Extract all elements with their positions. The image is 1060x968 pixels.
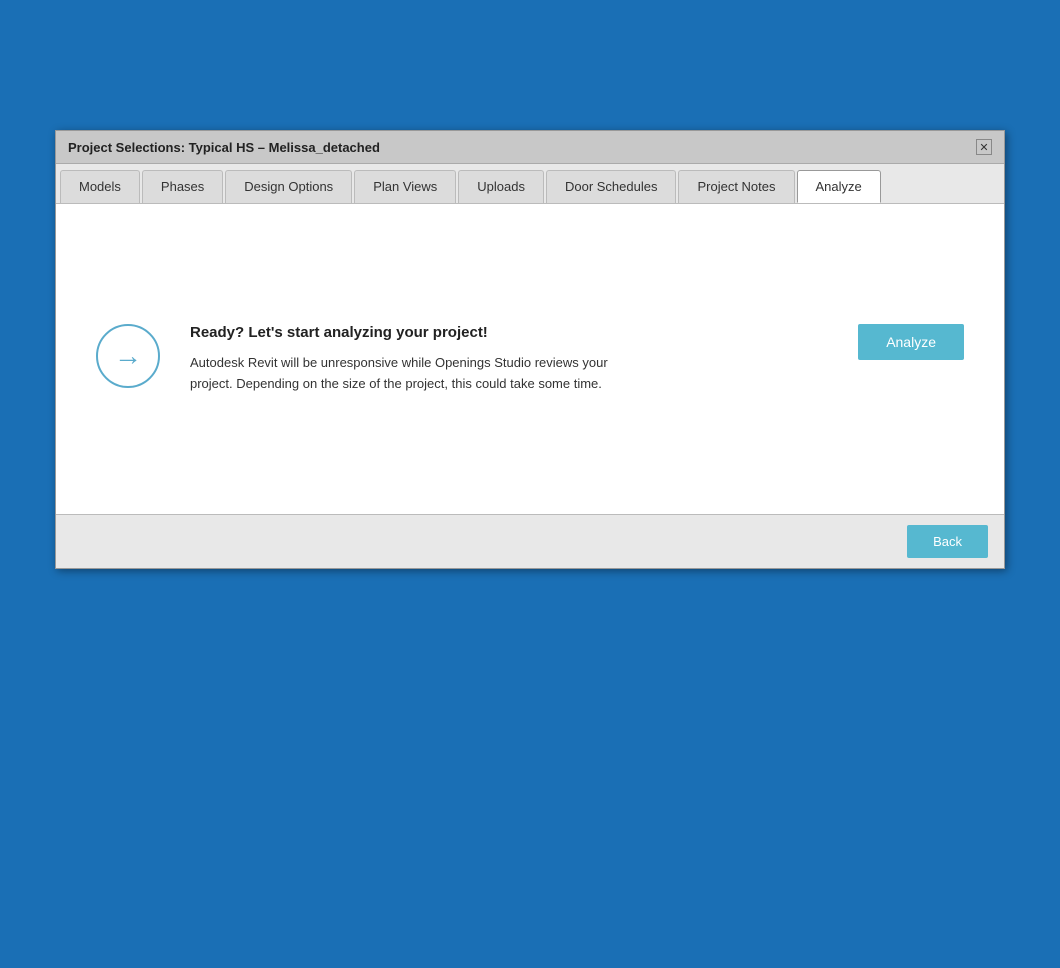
- content-area: → Ready? Let's start analyzing your proj…: [56, 204, 1004, 514]
- tab-design-options[interactable]: Design Options: [225, 170, 352, 203]
- tab-analyze[interactable]: Analyze: [797, 170, 881, 203]
- tab-phases[interactable]: Phases: [142, 170, 223, 203]
- footer-bar: Back: [56, 514, 1004, 568]
- project-selections-dialog: Project Selections: Typical HS – Melissa…: [55, 130, 1005, 569]
- close-button[interactable]: ✕: [976, 139, 992, 155]
- tab-plan-views[interactable]: Plan Views: [354, 170, 456, 203]
- tab-models[interactable]: Models: [60, 170, 140, 203]
- analyze-text-block: Ready? Let's start analyzing your projec…: [190, 324, 828, 395]
- arrow-symbol: →: [114, 340, 142, 372]
- back-button[interactable]: Back: [907, 525, 988, 558]
- tab-project-notes[interactable]: Project Notes: [678, 170, 794, 203]
- dialog-title: Project Selections: Typical HS – Melissa…: [68, 140, 380, 155]
- analyze-button[interactable]: Analyze: [858, 324, 964, 360]
- tabs-bar: Models Phases Design Options Plan Views …: [56, 164, 1004, 204]
- analyze-section: → Ready? Let's start analyzing your proj…: [86, 304, 974, 415]
- title-bar: Project Selections: Typical HS – Melissa…: [56, 131, 1004, 164]
- analyze-button-container: Analyze: [858, 324, 964, 360]
- tab-uploads[interactable]: Uploads: [458, 170, 544, 203]
- arrow-icon: →: [96, 324, 160, 388]
- analyze-description: Autodesk Revit will be unresponsive whil…: [190, 353, 640, 395]
- tab-door-schedules[interactable]: Door Schedules: [546, 170, 677, 203]
- analyze-heading: Ready? Let's start analyzing your projec…: [190, 324, 828, 341]
